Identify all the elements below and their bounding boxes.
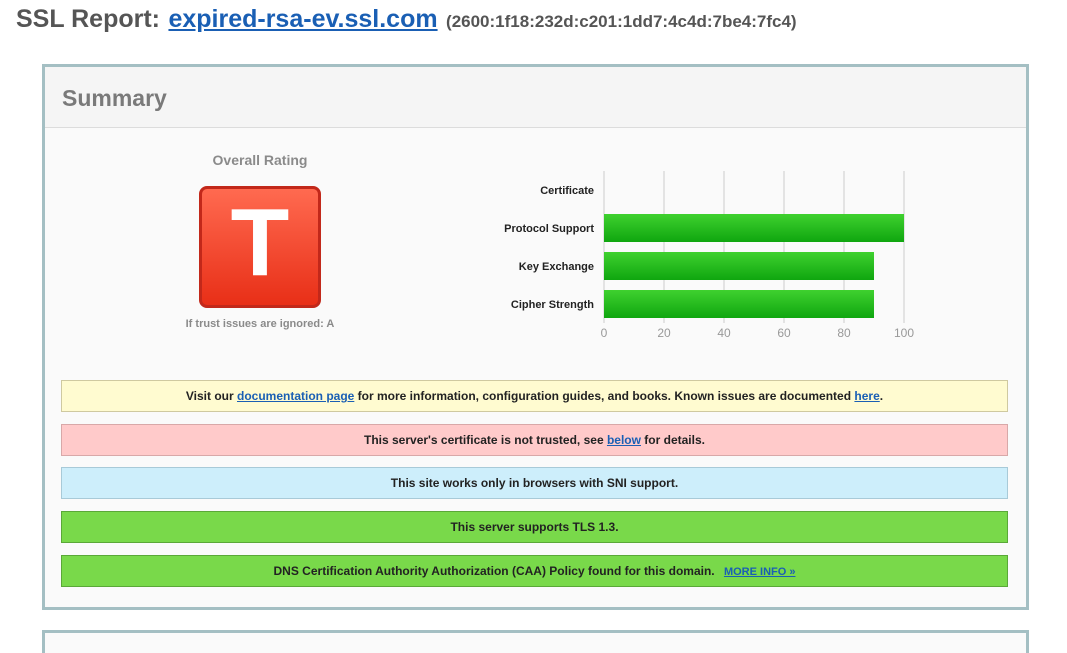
tls13-notice: This server supports TLS 1.3. bbox=[61, 511, 1008, 543]
notice-text: Visit our bbox=[185, 389, 237, 403]
rating-chart: 0 20 40 60 80 100 Certificate Protocol Support K… bbox=[504, 171, 914, 340]
next-panel bbox=[42, 630, 1029, 653]
caa-notice: DNS Certification Authority Authorizatio… bbox=[61, 555, 1008, 587]
grade-letter: T bbox=[230, 189, 290, 296]
sni-notice: This site works only in browsers with SN… bbox=[61, 467, 1008, 499]
report-title: SSL Report: expired-rsa-ev.ssl.com (2600… bbox=[16, 5, 797, 34]
documentation-notice: Visit our documentation page for more in… bbox=[61, 380, 1008, 412]
summary-title: Summary bbox=[62, 85, 167, 111]
notice-text: for details. bbox=[640, 433, 705, 447]
chart-bar bbox=[604, 290, 874, 318]
chart-bar bbox=[604, 214, 904, 242]
notice-text: This server supports TLS 1.3. bbox=[450, 520, 619, 534]
more-info-link[interactable]: MORE INFO » bbox=[724, 566, 796, 578]
summary-panel: Summary Overall Rating T If trust issues… bbox=[42, 64, 1029, 610]
chart-tick-label: 100 bbox=[894, 326, 914, 340]
documentation-link[interactable]: documentation page bbox=[237, 389, 354, 403]
report-label: SSL Report: bbox=[16, 5, 160, 33]
rating-label: Overall Rating bbox=[212, 152, 308, 168]
chart-category-label: Certificate bbox=[540, 185, 594, 197]
chart-category-label: Key Exchange bbox=[519, 261, 594, 273]
chart-tick-label: 80 bbox=[837, 326, 851, 340]
summary-header: Summary bbox=[45, 67, 1026, 128]
notice-text: This site works only in browsers with SN… bbox=[390, 476, 679, 490]
chart-tick-label: 60 bbox=[777, 326, 791, 340]
grade-note: If trust issues are ignored: A bbox=[185, 318, 335, 330]
chart-category-label: Cipher Strength bbox=[511, 299, 594, 311]
known-issues-link[interactable]: here bbox=[854, 389, 879, 403]
notice-text: This server's certificate is not trusted… bbox=[364, 433, 607, 447]
details-below-link[interactable]: below bbox=[607, 433, 641, 447]
chart-tick-label: 0 bbox=[601, 326, 608, 340]
chart-bar bbox=[604, 252, 874, 280]
notice-text: DNS Certification Authority Authorizatio… bbox=[273, 564, 715, 578]
notice-text: for more information, configuration guid… bbox=[354, 389, 855, 403]
chart-category-label: Protocol Support bbox=[504, 223, 594, 235]
grade-badge: T bbox=[199, 186, 321, 308]
chart-tick-label: 40 bbox=[717, 326, 731, 340]
host-link[interactable]: expired-rsa-ev.ssl.com bbox=[168, 5, 437, 33]
ip-address: (2600:1f18:232d:c201:1dd7:4c4d:7be4:7fc4… bbox=[446, 12, 797, 31]
overall-rating: Overall Rating T If trust issues are ign… bbox=[185, 152, 335, 330]
trust-warning-notice: This server's certificate is not trusted… bbox=[61, 424, 1008, 456]
chart-tick-label: 20 bbox=[657, 326, 671, 340]
notice-text: . bbox=[879, 389, 884, 403]
